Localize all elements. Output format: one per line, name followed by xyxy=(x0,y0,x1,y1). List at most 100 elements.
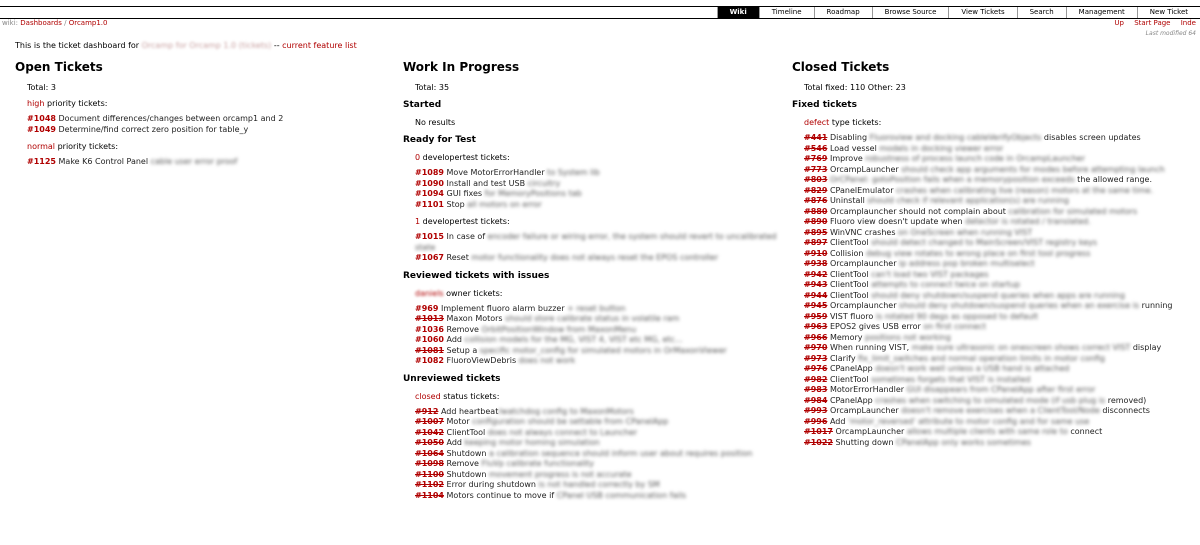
ticket-summary[interactable]: Shutdown xyxy=(447,470,487,479)
ticket-summary-continued[interactable]: removed) xyxy=(1105,396,1147,405)
ticket-summary-redacted[interactable]: motor functionality does not always rese… xyxy=(469,253,718,262)
nav-item-view-tickets[interactable]: View Tickets xyxy=(948,7,1017,18)
ticket-summary[interactable]: EPOS2 gives USB error xyxy=(830,322,921,331)
ticket-summary[interactable]: Setup a xyxy=(447,346,478,355)
ctxnav-up-link[interactable]: Up xyxy=(1114,19,1124,27)
ticket-summary-redacted[interactable]: OrbitPositionWindow from MaxonMenu xyxy=(479,325,637,334)
ticket-summary[interactable]: In case of xyxy=(447,232,486,241)
ticket-number-link[interactable]: #945 xyxy=(804,301,827,310)
ticket-summary[interactable]: OrcampLauncher xyxy=(830,406,899,415)
ticket-summary-redacted[interactable]: crashes when calibrating live (reason) m… xyxy=(893,186,1153,195)
breadcrumb-page-link[interactable]: Orcamp1.0 xyxy=(69,19,108,27)
ticket-summary[interactable]: Shutdown xyxy=(447,449,487,458)
ticket-number-link[interactable]: #773 xyxy=(804,165,827,174)
ticket-summary-redacted[interactable]: on OneScreen when running VIST xyxy=(895,228,1032,237)
ticket-summary[interactable]: MotorErrorHandler xyxy=(830,385,904,394)
nav-item-roadmap[interactable]: Roadmap xyxy=(813,7,872,18)
ticket-summary[interactable]: Fluoro view doesn't update when xyxy=(830,217,963,226)
ticket-number-link[interactable]: #910 xyxy=(804,249,827,258)
ticket-summary-redacted[interactable]: detector is rotated / translated. xyxy=(963,217,1091,226)
ticket-number-link[interactable]: #984 xyxy=(804,396,827,405)
ticket-number-link[interactable]: #1104 xyxy=(415,491,444,500)
ticket-summary-redacted[interactable]: should deny shutdown/suspend queries whe… xyxy=(896,301,1139,310)
ticket-number-link[interactable]: #803 xyxy=(804,175,827,184)
ticket-number-link[interactable]: #1015 xyxy=(415,232,444,241)
ticket-number-link[interactable]: #890 xyxy=(804,217,827,226)
ticket-summary[interactable]: Add xyxy=(447,438,463,447)
ticket-summary-continued[interactable]: running xyxy=(1139,301,1173,310)
ticket-number-link[interactable]: #829 xyxy=(804,186,827,195)
ticket-summary-redacted[interactable]: + reset button xyxy=(565,304,625,313)
ticket-summary-redacted[interactable]: doesn't work well unless a USB hand is a… xyxy=(873,364,1069,373)
ticket-summary-redacted[interactable]: Fluoroview and docking cableVerifyObject… xyxy=(867,133,1042,142)
ticket-summary[interactable]: CPanelEmulator xyxy=(830,186,894,195)
ticket-summary[interactable]: Determine/find correct zero position for… xyxy=(59,125,249,134)
ticket-summary[interactable]: OrcampLauncher xyxy=(830,165,899,174)
ticket-summary[interactable]: Add xyxy=(830,417,846,426)
ticket-summary[interactable]: Collision xyxy=(830,249,864,258)
ticket-number-link[interactable]: #1048 xyxy=(27,114,56,123)
nav-item-management[interactable]: Management xyxy=(1065,7,1137,18)
ticket-number-link[interactable]: #1089 xyxy=(415,168,444,177)
ctxnav-start-page-link[interactable]: Start Page xyxy=(1134,19,1170,27)
ticket-number-link[interactable]: #966 xyxy=(804,333,827,342)
ticket-summary-continued[interactable]: the allowed range. xyxy=(1075,175,1152,184)
ticket-summary-redacted[interactable]: debug view rotates to wrong place on fir… xyxy=(863,249,1090,258)
ticket-summary[interactable]: OrcampLauncher xyxy=(836,427,905,436)
ticket-number-link[interactable]: #769 xyxy=(804,154,827,163)
ticket-summary-redacted[interactable]: CPanel USB communication fails xyxy=(554,491,686,500)
ticket-summary-redacted[interactable]: CPanelApp only works sometimes xyxy=(894,438,1031,447)
ticket-number-link[interactable]: #1049 xyxy=(27,125,56,134)
ticket-summary-redacted[interactable]: to System lib xyxy=(545,168,599,177)
ticket-number-link[interactable]: #1082 xyxy=(415,356,444,365)
group-filter-link[interactable]: normal xyxy=(27,142,55,151)
ticket-number-link[interactable]: #1064 xyxy=(415,449,444,458)
ticket-number-link[interactable]: #963 xyxy=(804,322,827,331)
ticket-summary-redacted[interactable]: is not handled correctly by SM xyxy=(536,480,659,489)
ticket-summary[interactable]: Improve xyxy=(830,154,863,163)
ticket-summary-redacted[interactable]: /watchdog config to MaxonMotors xyxy=(498,407,633,416)
ticket-summary-continued[interactable]: display xyxy=(1130,343,1161,352)
ticket-summary-redacted[interactable]: should check app arguments for modes bef… xyxy=(899,165,1164,174)
ticket-summary[interactable]: Motors continue to move if xyxy=(447,491,555,500)
ticket-summary[interactable]: Clarify xyxy=(830,354,856,363)
ticket-number-link[interactable]: #1101 xyxy=(415,200,444,209)
ticket-summary[interactable]: Document differences/changes between orc… xyxy=(59,114,284,123)
ticket-number-link[interactable]: #976 xyxy=(804,364,827,373)
group-filter-link[interactable]: daniels xyxy=(415,289,444,298)
ticket-summary[interactable]: ClientTool xyxy=(830,291,869,300)
ticket-summary[interactable]: Uninstall xyxy=(830,196,865,205)
ticket-summary-continued[interactable]: disconnects xyxy=(1100,406,1150,415)
ticket-summary[interactable]: Error during shutdown xyxy=(447,480,536,489)
ticket-summary-redacted[interactable]: can't load two VIST packages xyxy=(869,270,988,279)
ticket-number-link[interactable]: #880 xyxy=(804,207,827,216)
ticket-summary-redacted[interactable]: should detect changed to MainScreen/VIST… xyxy=(869,238,1097,247)
current-feature-list-link[interactable]: current feature list xyxy=(282,41,357,50)
ticket-summary-redacted[interactable]: attempts to connect twice on startup xyxy=(869,280,1020,289)
ticket-summary-redacted[interactable]: calibration for simulated motors xyxy=(1006,207,1137,216)
ticket-summary[interactable]: Implement fluoro alarm buzzer xyxy=(441,304,565,313)
ticket-summary[interactable]: ClientTool xyxy=(830,375,869,384)
ticket-summary[interactable]: Load vessel xyxy=(830,144,877,153)
ticket-summary[interactable]: VIST fluoro xyxy=(830,312,873,321)
ticket-number-link[interactable]: #1102 xyxy=(415,480,444,489)
ticket-number-link[interactable]: #546 xyxy=(804,144,827,153)
ticket-summary-redacted[interactable]: 'motor_reversed' attribute to motor conf… xyxy=(845,417,1089,426)
ticket-number-link[interactable]: #1007 xyxy=(415,417,444,426)
ticket-summary[interactable]: Orcamplauncher xyxy=(830,259,897,268)
nav-item-new-ticket[interactable]: New Ticket xyxy=(1136,7,1200,18)
ticket-number-link[interactable]: #943 xyxy=(804,280,827,289)
ticket-number-link[interactable]: #1100 xyxy=(415,470,444,479)
ticket-summary[interactable]: Make K6 Control Panel xyxy=(59,157,149,166)
ticket-summary[interactable]: CPanelApp xyxy=(830,364,873,373)
ticket-summary-redacted[interactable]: configuration should be settable from CP… xyxy=(470,417,668,426)
ticket-summary-redacted[interactable]: for MemoryPositions tab xyxy=(482,189,582,198)
ticket-number-link[interactable]: #1090 xyxy=(415,179,444,188)
ticket-number-link[interactable]: #895 xyxy=(804,228,827,237)
ticket-number-link[interactable]: #973 xyxy=(804,354,827,363)
ticket-number-link[interactable]: #1022 xyxy=(804,438,833,447)
nav-item-timeline[interactable]: Timeline xyxy=(758,7,814,18)
ticket-number-link[interactable]: #1036 xyxy=(415,325,444,334)
ticket-summary-redacted[interactable]: robustness of process launch code in Orc… xyxy=(863,154,1085,163)
ticket-number-link[interactable]: #1094 xyxy=(415,189,444,198)
